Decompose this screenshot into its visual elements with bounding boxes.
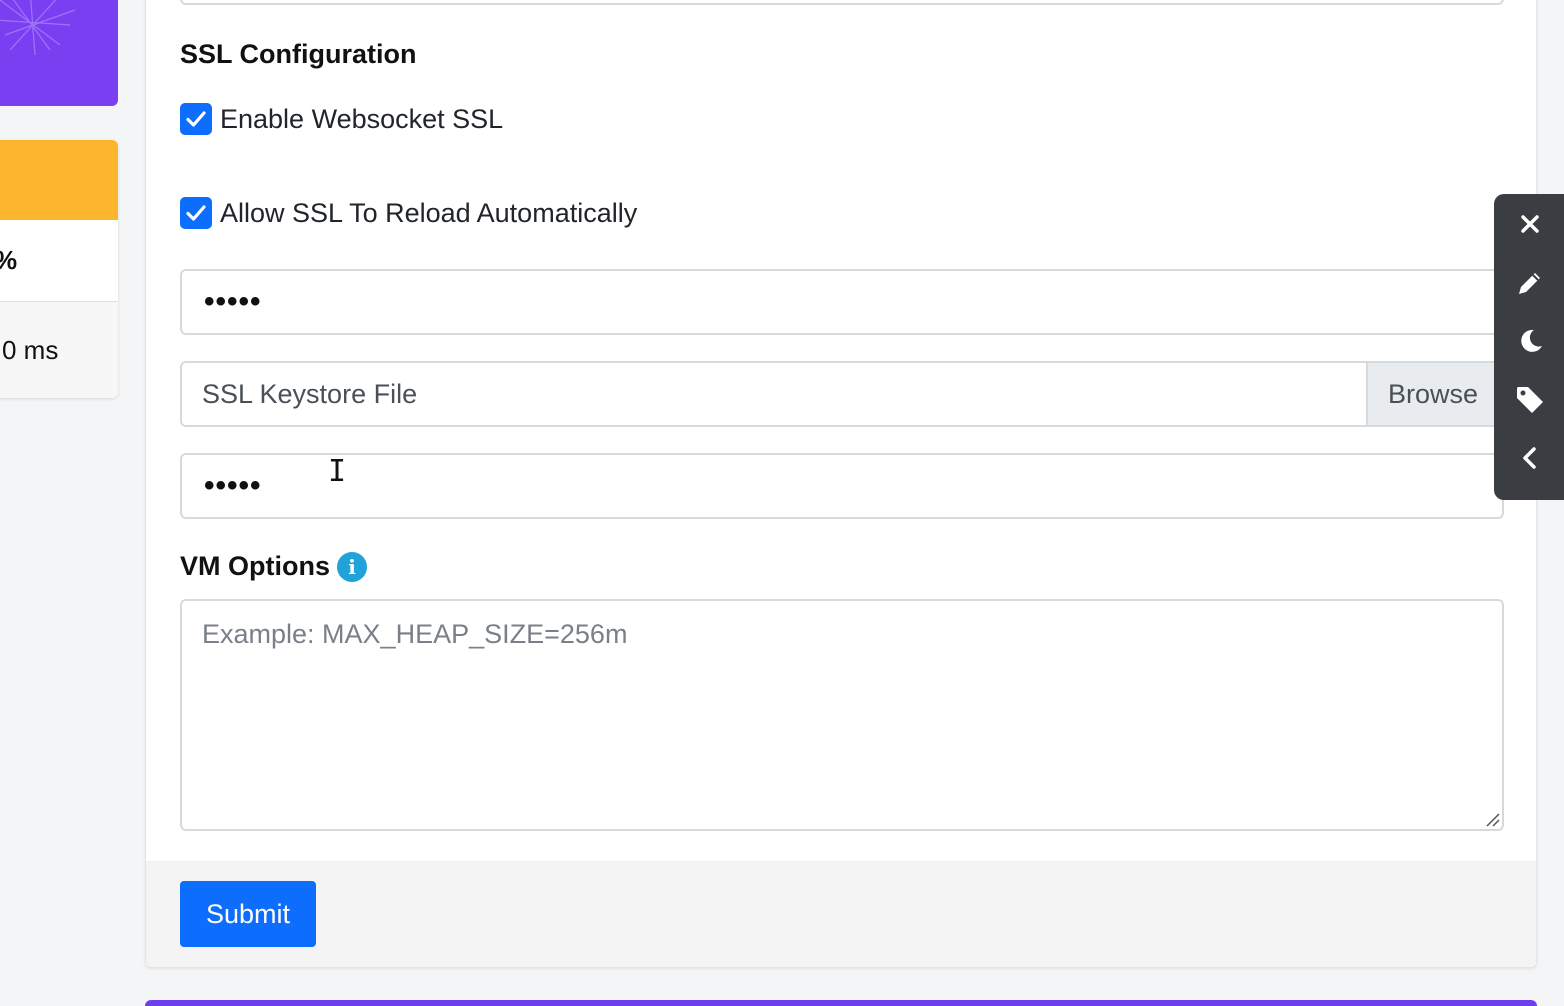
vm-options-placeholder: Example: MAX_HEAP_SIZE=256m — [202, 619, 628, 649]
collapse-button[interactable] — [1512, 442, 1548, 475]
ssl-section-title: SSL Configuration — [180, 39, 417, 69]
vm-options-textarea[interactable]: Example: MAX_HEAP_SIZE=256m — [180, 599, 1504, 831]
vm-options-label-row: VM Options i — [180, 551, 367, 582]
enable-websocket-ssl-checkbox[interactable] — [180, 103, 212, 135]
decorative-pattern-icon — [0, 0, 76, 56]
enable-websocket-ssl-label: Enable Websocket SSL — [220, 103, 504, 134]
close-button[interactable] — [1512, 208, 1548, 241]
info-icon[interactable]: i — [337, 551, 367, 582]
stat-percent: % — [0, 220, 118, 302]
dark-mode-button[interactable] — [1512, 325, 1548, 358]
close-icon — [1521, 215, 1539, 234]
submit-button[interactable]: Submit — [180, 881, 316, 947]
purple-stat-card — [0, 0, 118, 106]
vm-options-label: VM Options — [180, 551, 330, 581]
next-card-edge — [145, 1000, 1537, 1006]
checkmark-icon — [186, 205, 206, 221]
stat-time: 0 ms — [0, 302, 118, 398]
ssl-password-value: ••••• — [204, 285, 262, 318]
chevron-left-icon — [1523, 447, 1536, 469]
edit-button[interactable] — [1512, 266, 1548, 299]
card-footer: Submit — [146, 861, 1536, 967]
resize-handle-icon[interactable] — [1484, 811, 1500, 827]
moon-icon — [1521, 330, 1542, 353]
ssl-keystore-file-input[interactable]: SSL Keystore File Browse — [180, 361, 1504, 427]
pencil-icon — [1519, 272, 1540, 294]
allow-ssl-reload-row[interactable]: Allow SSL To Reload Automatically — [180, 197, 637, 229]
tag-icon — [1517, 386, 1543, 413]
allow-ssl-reload-checkbox[interactable] — [180, 197, 212, 229]
orange-stat-card: % 0 ms — [0, 140, 118, 398]
stat-card-header — [0, 140, 118, 220]
text-cursor-icon: I — [328, 454, 347, 489]
floating-toolbar — [1494, 194, 1564, 500]
settings-card: SSL Configuration Enable Websocket SSL A… — [145, 0, 1537, 968]
enable-websocket-ssl-row[interactable]: Enable Websocket SSL — [180, 103, 503, 135]
ssl-password-field[interactable]: ••••• — [180, 269, 1504, 335]
checkmark-icon — [186, 111, 206, 127]
previous-input-edge — [180, 0, 1504, 5]
allow-ssl-reload-label: Allow SSL To Reload Automatically — [220, 197, 638, 228]
tag-button[interactable] — [1512, 383, 1548, 416]
browse-button[interactable]: Browse — [1366, 363, 1502, 425]
ssl-keystore-file-label[interactable]: SSL Keystore File — [182, 363, 1366, 425]
ssl-keystore-password-field[interactable]: ••••• — [180, 453, 1504, 519]
ssl-keystore-password-value: ••••• — [204, 469, 262, 502]
